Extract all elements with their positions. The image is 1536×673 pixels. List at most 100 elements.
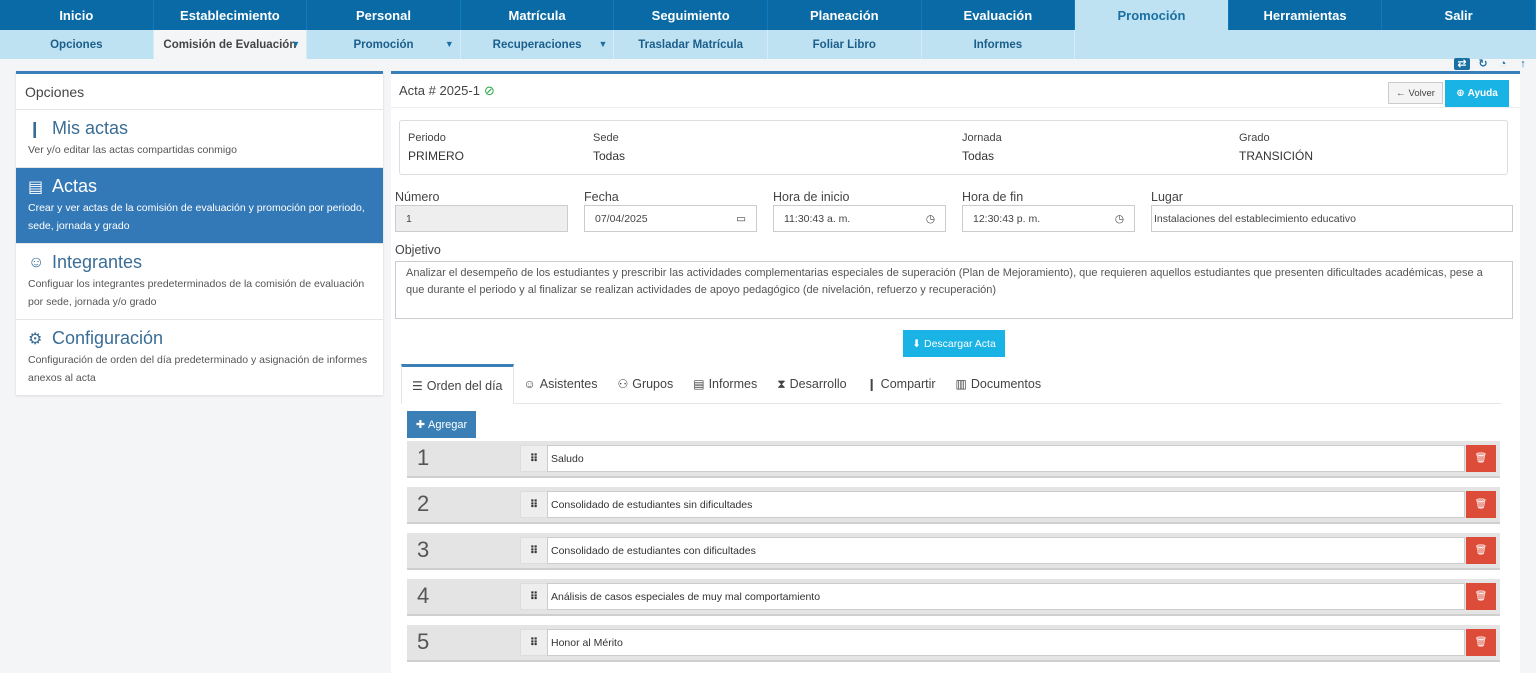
descargar-acta-button[interactable]: ⬇ Descargar Acta [903, 330, 1005, 357]
lugar-input[interactable]: Instalaciones del establecimiento educat… [1151, 205, 1513, 232]
agenda-number: 4 [417, 583, 430, 608]
objetivo-textarea[interactable]: Analizar el desempeño de los estudiantes… [395, 261, 1513, 319]
topnav-item-personal[interactable]: Personal [307, 0, 461, 30]
fecha-value: 07/04/2025 [595, 212, 648, 225]
swap-icon[interactable]: ⇄ [1454, 58, 1470, 70]
tab-asistentes[interactable]: ☺ Asistentes [514, 364, 608, 404]
numero-value: 1 [406, 212, 412, 225]
refresh-icon[interactable]: ↻ [1476, 58, 1490, 70]
agregar-button[interactable]: ✚ Agregar [407, 411, 476, 438]
subnav-item-foliar-libro[interactable]: Foliar Libro [768, 30, 922, 59]
agenda-row: 1 ⠿ Saludo 🗑 [407, 441, 1500, 478]
hora-inicio-value: 11:30:43 a. m. [784, 212, 851, 225]
trash-icon[interactable]: 🗑 [1466, 583, 1496, 610]
share-icon: ❙ [866, 377, 877, 391]
trash-icon[interactable]: 🗑 [1466, 629, 1496, 656]
subnav-label: Trasladar Matrícula [638, 38, 744, 51]
subnav-item-opciones[interactable]: Opciones [0, 30, 154, 59]
drag-handle-icon[interactable]: ⠿ [520, 445, 548, 472]
option-integrantes[interactable]: ☺ Integrantes Configuar los integrantes pr… [16, 244, 383, 320]
book-icon: ▥ [955, 377, 967, 391]
agenda-text-input[interactable]: Análisis de casos especiales de muy mal … [547, 583, 1465, 610]
clock-icon[interactable]: ◷ [926, 213, 935, 225]
hora-inicio-input[interactable]: 11:30:43 a. m. ◷ [773, 205, 946, 232]
agenda-text-input[interactable]: Saludo [547, 445, 1465, 472]
topnav-item-salir[interactable]: Salir [1382, 0, 1536, 30]
tab-grupos[interactable]: ⚇ Grupos [607, 364, 683, 404]
agenda-text-input[interactable]: Honor al Mérito [547, 629, 1465, 656]
hora-fin-input[interactable]: 12:30:43 p. m. ◷ [962, 205, 1135, 232]
user-plus-icon: ☺ [523, 377, 536, 391]
hora-fin-field: Hora de fin 12:30:43 p. m. ◷ [962, 190, 1135, 232]
list-icon: ☰ [412, 378, 423, 393]
agenda-row: 2 ⠿ Consolidado de estudiantes sin dificul… [407, 487, 1500, 524]
subnav-label: Comisión de Evaluación [163, 38, 297, 51]
topnav-item-seguimiento[interactable]: Seguimiento [614, 0, 768, 30]
options-heading: Opciones [16, 74, 383, 110]
drag-handle-icon[interactable]: ⠿ [520, 629, 548, 656]
arrow-up-icon[interactable]: ↑ [1516, 58, 1530, 70]
numero-input[interactable]: 1 [395, 205, 568, 232]
history-icon[interactable]: ◔ [1496, 58, 1510, 70]
fecha-input[interactable]: 07/04/2025 ▭ [584, 205, 757, 232]
option-desc: Configuar los integrantes predeterminado… [28, 278, 365, 308]
hora-fin-label: Hora de fin [962, 190, 1024, 204]
volver-button[interactable]: ← Volver [1388, 82, 1443, 104]
fecha-label: Fecha [584, 190, 619, 204]
info-value: Todas [962, 149, 995, 163]
trash-icon[interactable]: 🗑 [1466, 445, 1496, 472]
calendar-icon[interactable]: ▭ [736, 213, 746, 225]
topnav-item-planeacion[interactable]: Planeación [767, 0, 922, 30]
option-title: ▤ Actas [28, 176, 371, 197]
topnav-item-matricula[interactable]: Matrícula [460, 0, 615, 30]
numero-label: Número [395, 190, 440, 204]
subnav-item-promocion[interactable]: Promoción ▼ [307, 30, 461, 59]
subnav-item-comision-de-evaluacion[interactable]: Comisión de Evaluación ▼ [153, 30, 308, 59]
subnav-item-trasladar-matricula[interactable]: Trasladar Matrícula [614, 30, 768, 59]
trash-icon[interactable]: 🗑 [1466, 491, 1496, 518]
drag-handle-icon[interactable]: ⠿ [520, 583, 548, 610]
subnav-item-recuperaciones[interactable]: Recuperaciones ▼ [461, 30, 615, 59]
fecha-field: Fecha 07/04/2025 ▭ [584, 190, 757, 232]
tab-label: Asistentes [539, 377, 598, 391]
info-label: Sede [593, 132, 619, 144]
drag-handle-icon[interactable]: ⠿ [520, 537, 548, 564]
agenda-text-input[interactable]: Consolidado de estudiantes sin dificulta… [547, 491, 1465, 518]
users-icon: ⚇ [617, 377, 629, 391]
trash-icon[interactable]: 🗑 [1466, 537, 1496, 564]
agenda-text-input[interactable]: Consolidado de estudiantes con dificulta… [547, 537, 1465, 564]
tab-label: Desarrollo [789, 377, 847, 391]
subnav-item-informes[interactable]: Informes [922, 30, 1076, 59]
option-title: ❙ Mis actas [28, 118, 371, 139]
subnav-label: Opciones [50, 38, 103, 51]
info-value: PRIMERO [408, 149, 465, 163]
tab-label: Orden del día [426, 378, 503, 393]
ayuda-button[interactable]: ⊕ Ayuda [1445, 80, 1509, 107]
topnav-item-establecimiento[interactable]: Establecimiento [153, 0, 308, 30]
drag-handle-icon[interactable]: ⠿ [520, 491, 548, 518]
topnav-item-inicio[interactable]: Inicio [0, 0, 154, 30]
top-navigation: Inicio Establecimiento Personal Matrícula Se… [0, 0, 1536, 30]
topnav-item-promocion[interactable]: Promoción [1075, 0, 1229, 30]
topnav-item-evaluacion[interactable]: Evaluación [921, 0, 1076, 30]
info-value: TRANSICIÓN [1239, 149, 1314, 163]
tab-documentos[interactable]: ▥ Documentos [946, 364, 1052, 404]
info-grado: Grado TRANSICIÓN [1239, 132, 1313, 163]
topnav-item-herramientas[interactable]: Herramientas [1228, 0, 1383, 30]
tab-informes[interactable]: ▤ Informes [683, 364, 767, 404]
toolbar-icons: ⇄ ↻ ◔ ↑ [1454, 58, 1530, 70]
scrollbar[interactable] [1530, 72, 1536, 542]
user-plus-icon: ☺ [28, 253, 45, 271]
clock-icon[interactable]: ◷ [1115, 213, 1124, 225]
agenda-row: 3 ⠿ Consolidado de estudiantes con dificul… [407, 533, 1500, 570]
tab-desarrollo[interactable]: ⧗ Desarrollo [767, 364, 856, 404]
option-mis-actas[interactable]: ❙ Mis actas Ver y/o editar las actas compa… [16, 110, 383, 168]
option-title-text: Integrantes [52, 252, 143, 272]
option-title: ☺ Integrantes [28, 252, 371, 273]
acta-header: Acta # 2025-1 ⊘ [391, 74, 1520, 108]
ayuda-label: Ayuda [1467, 88, 1498, 99]
tab-compartir[interactable]: ❙ Compartir [857, 364, 946, 404]
tab-orden-del-dia[interactable]: ☰ Orden del día [401, 364, 514, 404]
option-actas[interactable]: ▤ Actas Crear y ver actas de la comisión d… [16, 168, 383, 244]
option-configuracion[interactable]: ⚙ Configuración Configuración de orden del… [16, 320, 383, 396]
